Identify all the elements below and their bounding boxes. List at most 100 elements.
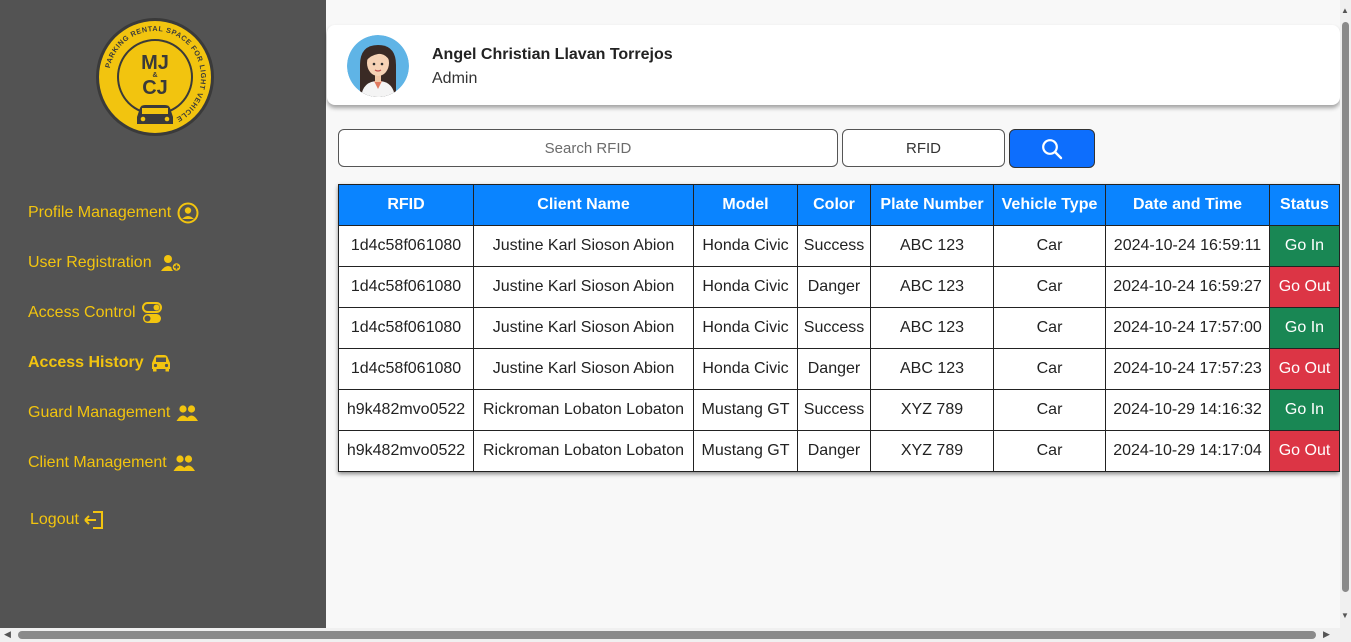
status-badge: Go Out: [1269, 266, 1340, 308]
sidebar-item-label: Access Control: [28, 304, 136, 321]
client-name-cell: Justine Karl Sioson Abion: [473, 266, 694, 308]
column-header-plate-number: Plate Number: [870, 184, 994, 226]
sidebar-item-user-registration[interactable]: User Registration: [28, 250, 182, 276]
users-icon: [176, 405, 199, 421]
vehicle-type-cell: Car: [993, 430, 1106, 472]
model-cell: Honda Civic: [693, 266, 798, 308]
plate-number-cell: XYZ 789: [870, 430, 994, 472]
horizontal-scroll-thumb[interactable]: [18, 631, 1316, 639]
user-name: Angel Christian Llavan Torrejos: [432, 46, 673, 63]
company-logo: PARKING RENTAL SPACE FOR LIGHT VEHICLE M…: [96, 18, 214, 136]
date-time-cell: 2024-10-24 16:59:27: [1105, 266, 1270, 308]
rfid-cell: 1d4c58f061080: [338, 266, 474, 308]
vehicle-type-cell: Car: [993, 389, 1106, 431]
profile-card: Angel Christian Llavan Torrejos Admin: [327, 25, 1340, 105]
table-row: h9k482mvo0522 Rickroman Lobaton Lobaton …: [338, 430, 1340, 472]
model-cell: Honda Civic: [693, 307, 798, 349]
date-time-cell: 2024-10-24 17:57:00: [1105, 307, 1270, 349]
color-cell: Danger: [797, 430, 871, 472]
sidebar-item-label: Client Management: [28, 454, 167, 471]
column-header-rfid: RFID: [338, 184, 474, 226]
vehicle-type-cell: Car: [993, 225, 1106, 267]
vertical-scroll-thumb[interactable]: [1342, 22, 1349, 592]
search-input[interactable]: [338, 129, 838, 167]
client-name-cell: Rickroman Lobaton Lobaton: [473, 389, 694, 431]
logout-button[interactable]: Logout: [30, 507, 105, 533]
sidebar-item-client-management[interactable]: Client Management: [28, 450, 195, 476]
horizontal-scrollbar[interactable]: ◀ ▶: [0, 628, 1351, 642]
plate-number-cell: ABC 123: [870, 266, 994, 308]
sidebar-item-access-history[interactable]: Access History: [28, 350, 172, 376]
vehicle-type-cell: Car: [993, 307, 1106, 349]
user-circle-icon: [177, 202, 199, 224]
date-time-cell: 2024-10-24 16:59:11: [1105, 225, 1270, 267]
rfid-cell: h9k482mvo0522: [338, 389, 474, 431]
users-icon: [173, 455, 195, 471]
table-row: 1d4c58f061080 Justine Karl Sioson Abion …: [338, 266, 1340, 308]
user-role: Admin: [432, 70, 478, 87]
user-plus-icon: [160, 255, 182, 273]
vehicle-type-cell: Car: [993, 348, 1106, 390]
status-badge: Go In: [1269, 225, 1340, 267]
sidebar-item-label: Profile Management: [28, 204, 172, 221]
svg-text:CJ: CJ: [142, 77, 168, 99]
toggle-icon: [141, 302, 162, 323]
avatar: [347, 35, 409, 97]
rfid-cell: 1d4c58f061080: [338, 348, 474, 390]
plate-number-cell: ABC 123: [870, 225, 994, 267]
model-cell: Honda Civic: [693, 225, 798, 267]
scroll-down-arrow-icon[interactable]: ▼: [1341, 611, 1349, 620]
sidebar-item-label: User Registration: [28, 254, 152, 271]
vertical-scrollbar[interactable]: ▲ ▼: [1340, 0, 1351, 628]
client-name-cell: Justine Karl Sioson Abion: [473, 348, 694, 390]
model-cell: Honda Civic: [693, 348, 798, 390]
date-time-cell: 2024-10-29 14:17:04: [1105, 430, 1270, 472]
column-header-status: Status: [1269, 184, 1340, 226]
color-cell: Success: [797, 225, 871, 267]
date-time-cell: 2024-10-24 17:57:23: [1105, 348, 1270, 390]
model-cell: Mustang GT: [693, 389, 798, 431]
sidebar-item-label: Access History: [28, 354, 144, 371]
search-button[interactable]: [1009, 129, 1095, 168]
scroll-right-arrow-icon[interactable]: ▶: [1323, 629, 1330, 640]
client-name-cell: Justine Karl Sioson Abion: [473, 307, 694, 349]
plate-number-cell: XYZ 789: [870, 389, 994, 431]
sidebar-item-profile-management[interactable]: Profile Management: [28, 200, 199, 226]
status-badge: Go In: [1269, 307, 1340, 349]
table-header-row: RFID Client Name Model Color Plate Numbe…: [338, 184, 1340, 226]
search-filter-select[interactable]: RFID: [842, 129, 1005, 167]
plate-number-cell: ABC 123: [870, 307, 994, 349]
column-header-model: Model: [693, 184, 798, 226]
sidebar-item-label: Logout: [30, 511, 79, 528]
column-header-vehicle-type: Vehicle Type: [993, 184, 1106, 226]
rfid-cell: h9k482mvo0522: [338, 430, 474, 472]
rfid-cell: 1d4c58f061080: [338, 307, 474, 349]
table-row: 1d4c58f061080 Justine Karl Sioson Abion …: [338, 225, 1340, 267]
vehicle-type-cell: Car: [993, 266, 1106, 308]
status-badge: Go Out: [1269, 430, 1340, 472]
table-row: 1d4c58f061080 Justine Karl Sioson Abion …: [338, 348, 1340, 390]
search-icon: [1042, 138, 1063, 159]
rfid-cell: 1d4c58f061080: [338, 225, 474, 267]
client-name-cell: Rickroman Lobaton Lobaton: [473, 430, 694, 472]
table-row: h9k482mvo0522 Rickroman Lobaton Lobaton …: [338, 389, 1340, 431]
sidebar: PARKING RENTAL SPACE FOR LIGHT VEHICLE M…: [0, 0, 326, 628]
scroll-left-arrow-icon[interactable]: ◀: [4, 629, 11, 640]
status-badge: Go In: [1269, 389, 1340, 431]
logout-icon: [84, 511, 103, 529]
column-header-color: Color: [797, 184, 871, 226]
column-header-date-time: Date and Time: [1105, 184, 1270, 226]
car-icon: [151, 355, 170, 372]
svg-text:MJ: MJ: [141, 52, 169, 74]
color-cell: Success: [797, 307, 871, 349]
sidebar-item-label: Guard Management: [28, 404, 171, 421]
access-history-table: RFID Client Name Model Color Plate Numbe…: [338, 184, 1340, 472]
plate-number-cell: ABC 123: [870, 348, 994, 390]
color-cell: Danger: [797, 266, 871, 308]
scroll-up-arrow-icon[interactable]: ▲: [1341, 6, 1349, 15]
sidebar-item-access-control[interactable]: Access Control: [28, 300, 162, 326]
table-row: 1d4c58f061080 Justine Karl Sioson Abion …: [338, 307, 1340, 349]
color-cell: Danger: [797, 348, 871, 390]
client-name-cell: Justine Karl Sioson Abion: [473, 225, 694, 267]
sidebar-item-guard-management[interactable]: Guard Management: [28, 400, 199, 426]
